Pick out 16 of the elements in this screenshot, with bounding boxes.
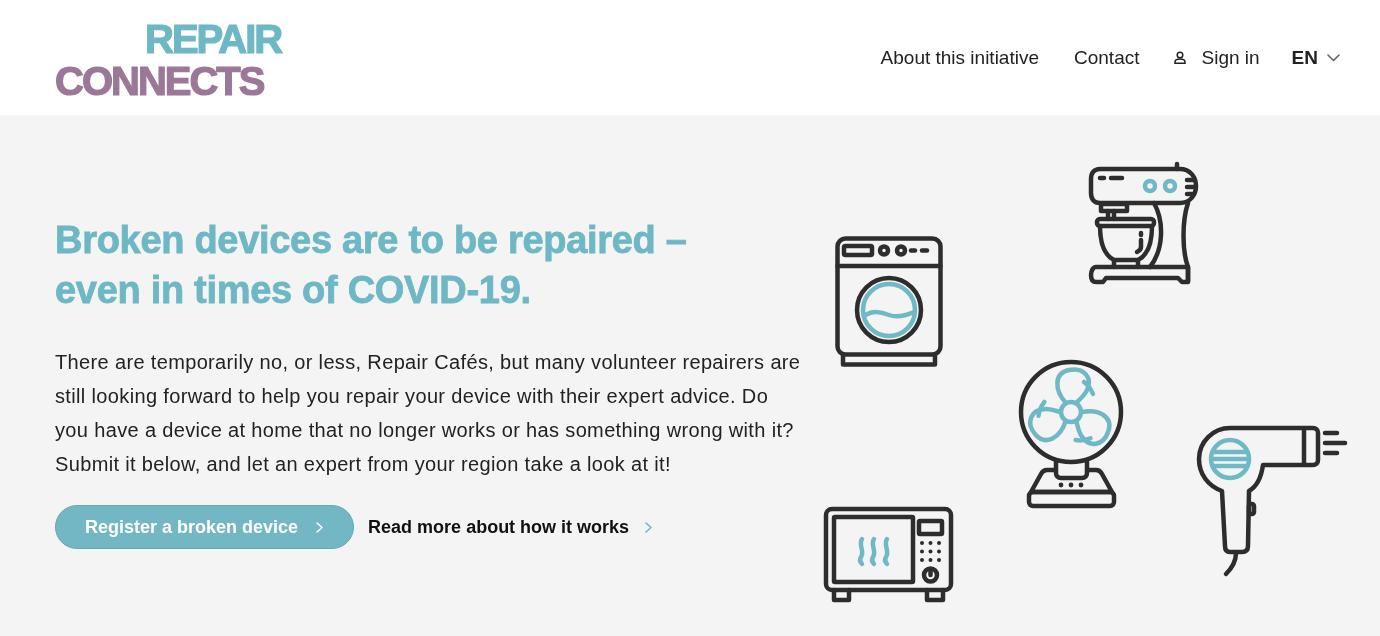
language-button[interactable]: EN <box>1291 46 1340 69</box>
washing-machine-icon <box>835 236 943 367</box>
stand-mixer-icon <box>1088 161 1200 286</box>
hero-heading: Broken devices are to be repaired – even in times of COVID-19. <box>55 218 688 313</box>
nav-link[interactable]: About this initiative <box>880 46 1039 69</box>
sign-in-link[interactable]: Sign in <box>1174 46 1260 69</box>
desk-fan-icon <box>1016 358 1126 510</box>
logo-link[interactable]: REPAIR CONNECTS <box>55 17 282 102</box>
nav-link[interactable]: Contact <box>1074 46 1140 69</box>
chevron-right-icon <box>645 521 653 533</box>
read-more-link[interactable]: Read more about how it works <box>368 516 653 538</box>
chevron-right-icon <box>316 521 324 533</box>
intro-paragraph: There are temporarily no, or less, Repair Cafés, but many volunteer repairers are still looking forward to help you repair your device with their expert advice. Do you have a device at home that no longer works or has something wrong with it? Submit it below, and let an expert from your region take a look at it! <box>55 350 802 477</box>
user-icon <box>1174 51 1187 64</box>
chevron-down-icon <box>1327 53 1340 62</box>
microwave-icon <box>823 506 954 603</box>
